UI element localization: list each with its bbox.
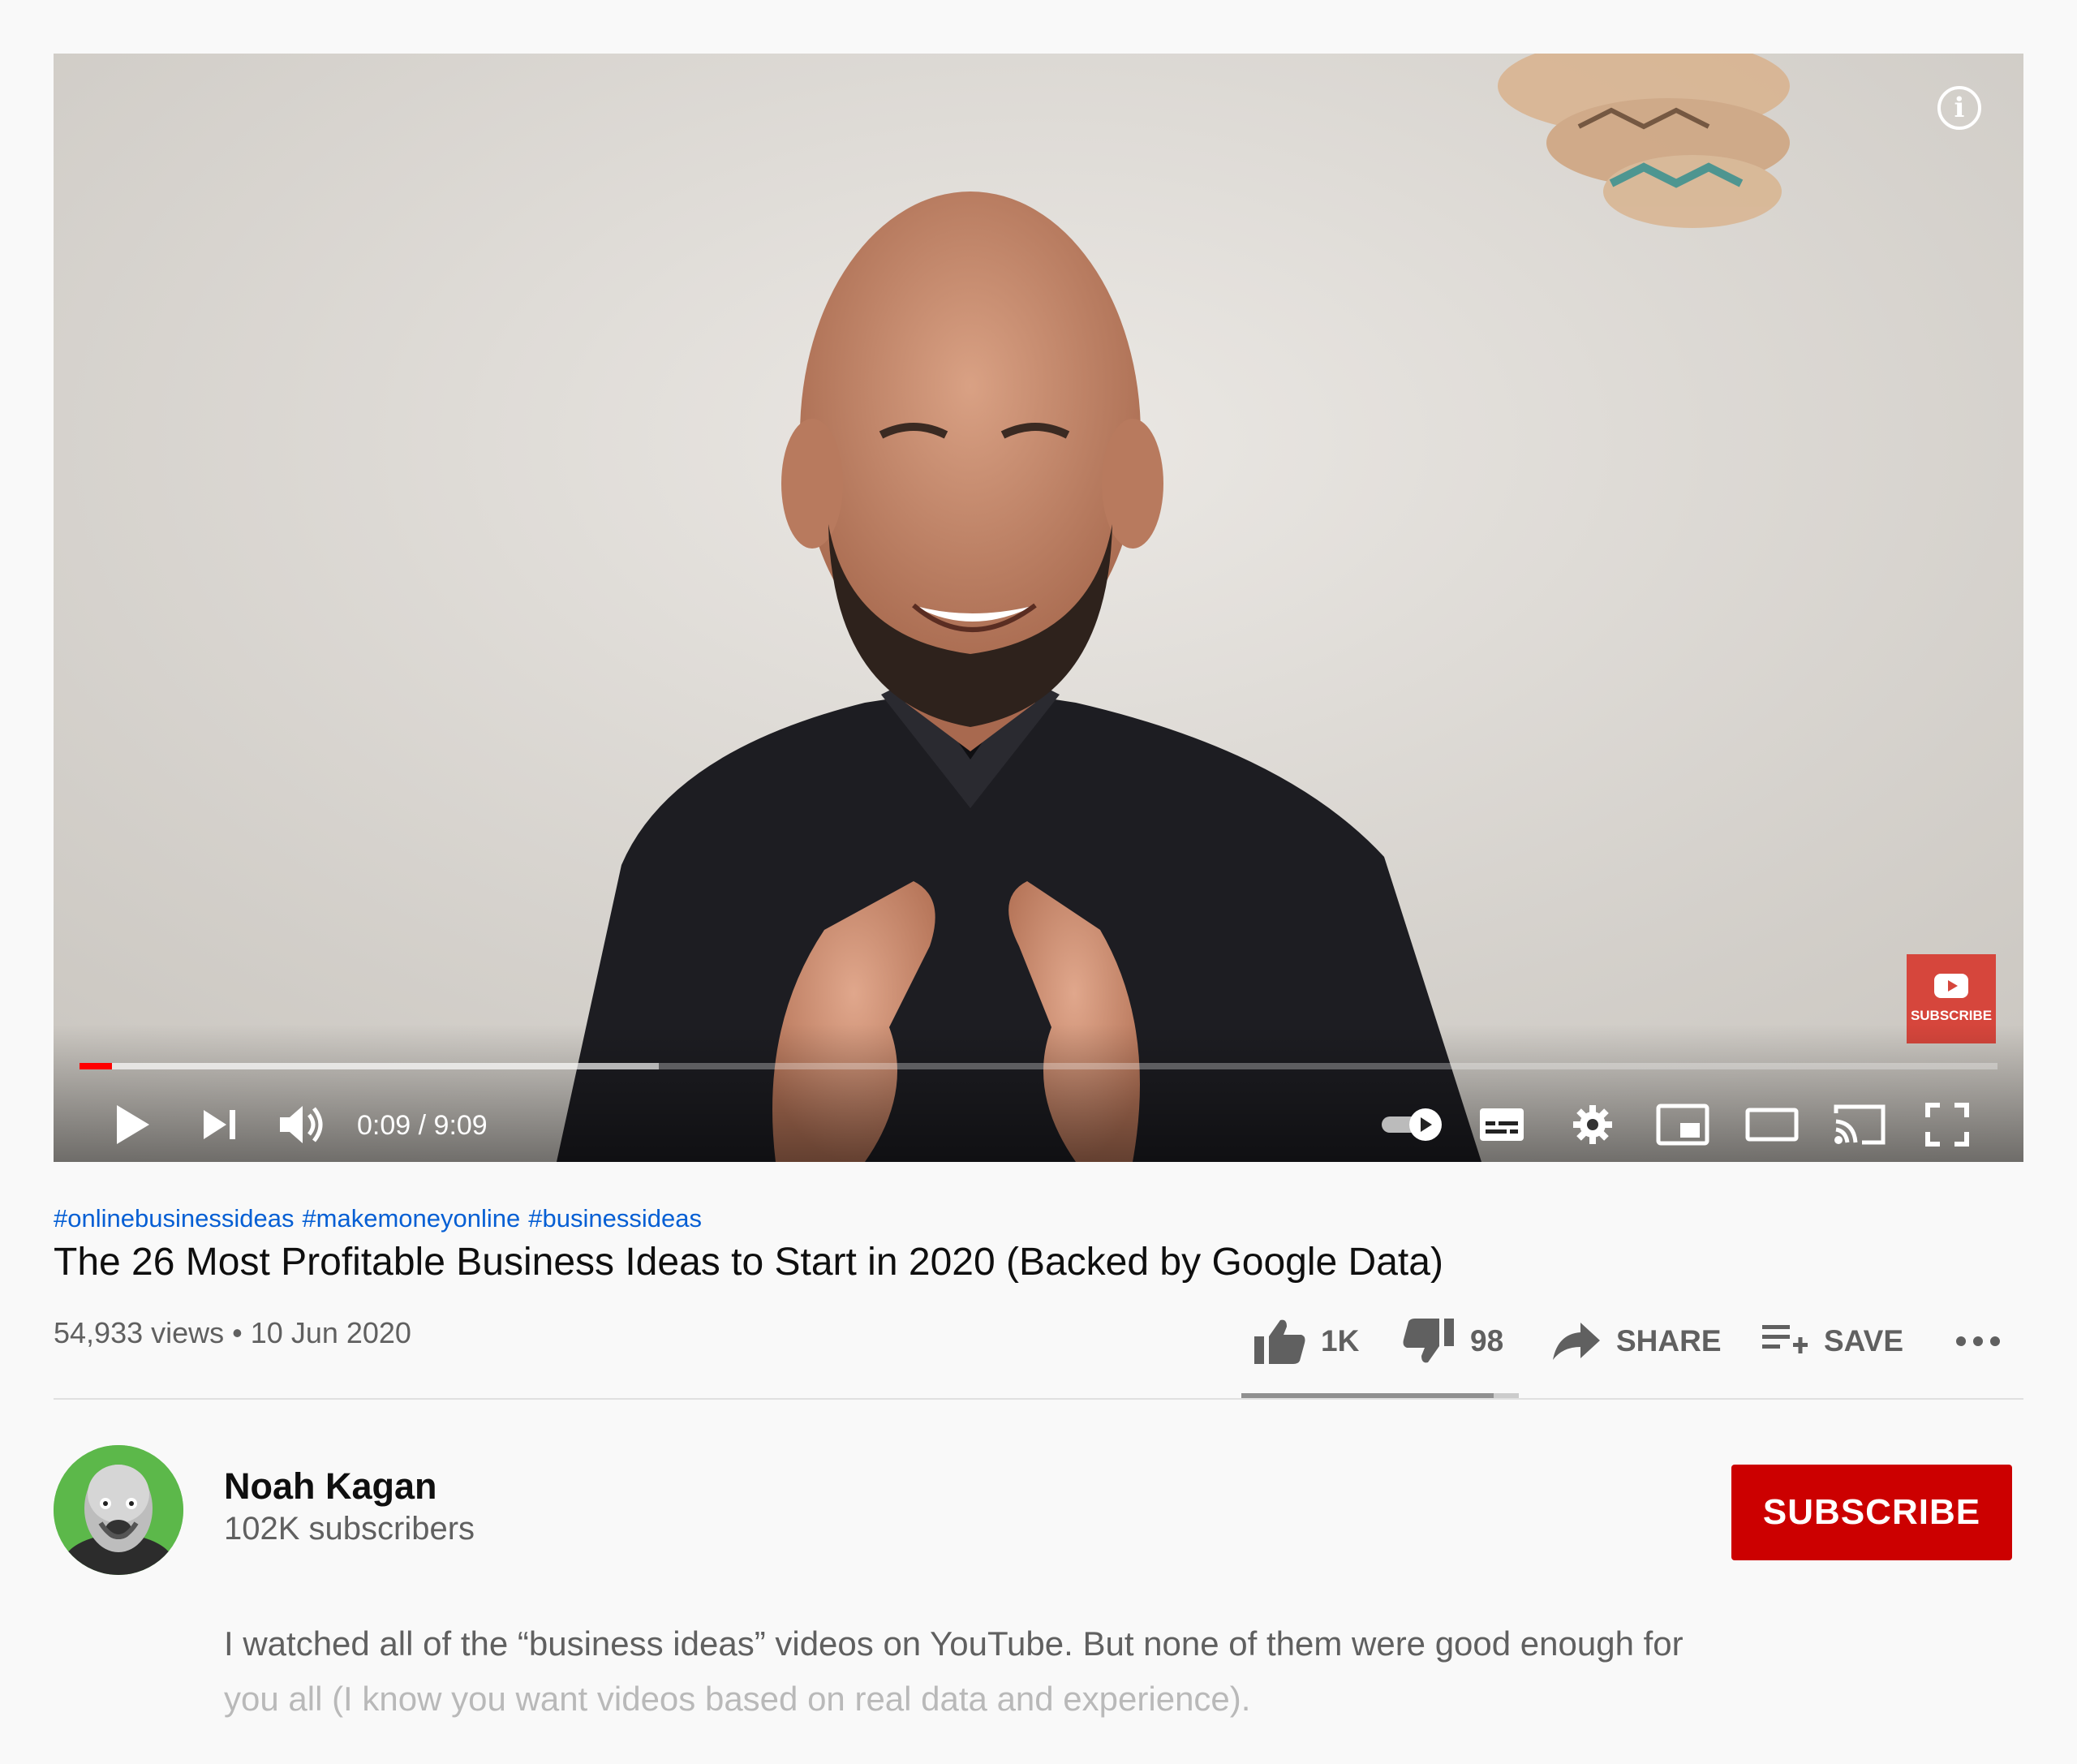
like-count: 1K	[1321, 1324, 1360, 1357]
next-icon[interactable]	[191, 1099, 248, 1151]
youtube-play-icon	[1934, 974, 1968, 998]
subscribe-button[interactable]: SUBSCRIBE	[1731, 1465, 2012, 1560]
time-current: 0:09	[357, 1110, 411, 1141]
video-frame	[54, 54, 2023, 1162]
video-title: The 26 Most Profitable Business Ideas to…	[54, 1241, 1443, 1284]
dislike-button[interactable]: 98	[1402, 1305, 1503, 1378]
channel-avatar[interactable]	[54, 1445, 183, 1575]
progress-bar[interactable]	[80, 1063, 1997, 1069]
settings-gear-icon[interactable]	[1564, 1099, 1621, 1151]
description-line-faded: you all (I know you want videos based on…	[224, 1680, 1251, 1718]
thumbs-up-icon	[1254, 1319, 1305, 1364]
view-count: 54,933 views	[54, 1316, 225, 1349]
description-line: I watched all of the “business ideas” vi…	[224, 1624, 1684, 1663]
divider	[54, 1398, 2023, 1400]
save-button[interactable]: SAVE	[1761, 1305, 1903, 1378]
fullscreen-icon[interactable]	[1916, 1099, 1978, 1151]
more-button[interactable]	[1955, 1305, 2015, 1378]
player-controls: 0:09 / 9:09	[54, 1092, 2023, 1162]
info-icon[interactable]: i	[1937, 86, 1981, 130]
more-dots-icon	[1956, 1336, 2000, 1346]
played-bar	[80, 1063, 113, 1069]
autoplay-toggle-icon[interactable]	[1376, 1099, 1449, 1151]
channel-name[interactable]: Noah Kagan	[224, 1465, 437, 1508]
time-display: 0:09 / 9:09	[357, 1110, 488, 1142]
avatar-image	[54, 1445, 183, 1575]
like-button[interactable]: 1K	[1253, 1305, 1359, 1378]
play-icon[interactable]	[104, 1099, 161, 1151]
save-label: SAVE	[1824, 1324, 1904, 1357]
share-arrow-icon	[1553, 1323, 1600, 1360]
time-separator: /	[418, 1110, 427, 1141]
hashtags: #onlinebusinessideas #makemoneyonline #bus…	[54, 1204, 710, 1233]
volume-icon[interactable]	[271, 1099, 336, 1151]
playlist-add-icon	[1762, 1325, 1808, 1353]
dislike-count: 98	[1470, 1324, 1504, 1357]
meta-separator: •	[232, 1316, 243, 1349]
cast-icon[interactable]	[1829, 1099, 1890, 1151]
subtitles-icon[interactable]	[1473, 1099, 1530, 1151]
buffered-bar	[80, 1063, 659, 1069]
hashtag-link[interactable]: #makemoneyonline	[302, 1204, 520, 1233]
time-total: 9:09	[433, 1110, 488, 1141]
hashtag-link[interactable]: #onlinebusinessideas	[54, 1204, 294, 1233]
subscriber-count: 102K subscribers	[224, 1511, 475, 1547]
theater-mode-icon[interactable]	[1741, 1099, 1803, 1151]
miniplayer-icon[interactable]	[1652, 1099, 1714, 1151]
share-button[interactable]: SHARE	[1551, 1305, 1722, 1378]
video-player[interactable]: i SUBSCRIBE 0:09 / 9:09	[54, 54, 2023, 1162]
video-description: I watched all of the “business ideas” vi…	[224, 1616, 1871, 1727]
hashtag-link[interactable]: #businessideas	[528, 1204, 702, 1233]
video-meta: 54,933 views • 10 Jun 2020	[54, 1316, 411, 1350]
upload-date: 10 Jun 2020	[250, 1316, 411, 1349]
share-label: SHARE	[1616, 1324, 1722, 1357]
watermark-label: SUBSCRIBE	[1910, 1008, 1993, 1023]
thumbs-down-icon	[1403, 1319, 1454, 1363]
